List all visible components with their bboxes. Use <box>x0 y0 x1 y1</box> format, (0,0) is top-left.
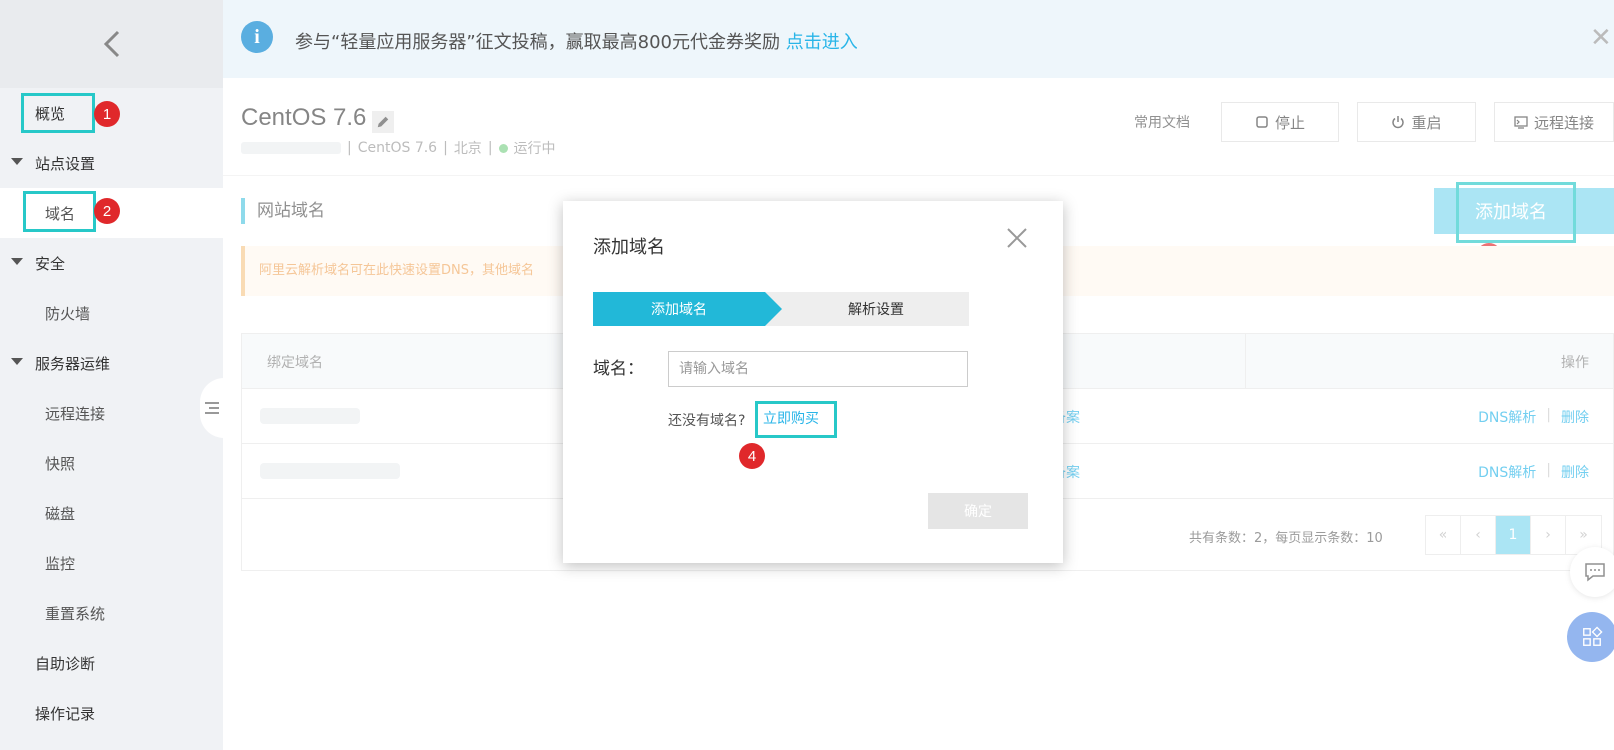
close-icon[interactable]: ✕ <box>1590 24 1614 52</box>
caret-down-icon <box>11 158 23 165</box>
notice-banner: i 参与“轻量应用服务器”征文投稿，赢取最高800元代金券奖励 点击进入 ✕ <box>223 0 1614 78</box>
sidebar-item-disk[interactable]: 磁盘 <box>0 488 223 538</box>
sidebar-item-label: 重置系统 <box>45 604 106 623</box>
sidebar-item-label: 快照 <box>45 454 76 473</box>
sidebar-item-reset-system[interactable]: 重置系统 <box>0 588 223 638</box>
sidebar-item-label: 操作记录 <box>35 704 96 723</box>
sidebar-item-label: 服务器运维 <box>35 354 111 373</box>
sidebar-item-self-diagnosis[interactable]: 自助诊断 <box>0 638 223 688</box>
annotation-highlight-buy-now <box>755 401 837 438</box>
menu-collapse-icon <box>205 402 219 414</box>
domain-field-label: 域名： <box>593 359 644 379</box>
sidebar-group-security[interactable]: 安全 <box>0 238 223 288</box>
sidebar-group-site-settings[interactable]: 站点设置 <box>0 138 223 188</box>
caret-down-icon <box>11 358 23 365</box>
close-icon[interactable] <box>1005 226 1029 250</box>
add-domain-dialog: 添加域名 添加域名 解析设置 域名： 还没有域名? 立即购买 确定 <box>563 201 1063 563</box>
step-add-domain: 添加域名 <box>593 292 782 326</box>
info-icon: i <box>241 21 273 53</box>
notice-message: 参与“轻量应用服务器”征文投稿，赢取最高800元代金券奖励 <box>295 32 781 53</box>
annotation-badge-4: 4 <box>739 443 765 469</box>
sidebar-item-label: 自助诊断 <box>35 654 96 673</box>
annotation-badge-1: 1 <box>94 101 120 127</box>
sidebar-item-snapshot[interactable]: 快照 <box>0 438 223 488</box>
confirm-button[interactable]: 确定 <box>928 493 1028 529</box>
annotation-highlight-overview <box>21 93 95 133</box>
sidebar-item-label: 远程连接 <box>45 404 106 423</box>
sidebar-group-server-ops[interactable]: 服务器运维 <box>0 338 223 388</box>
chevron-left-icon <box>103 30 119 58</box>
sidebar-item-remote-connect[interactable]: 远程连接 <box>0 388 223 438</box>
sidebar-item-firewall[interactable]: 防火墙 <box>0 288 223 338</box>
dialog-title: 添加域名 <box>593 237 665 258</box>
back-button[interactable] <box>0 0 223 88</box>
sidebar-item-label: 站点设置 <box>35 154 96 173</box>
sidebar-item-label: 监控 <box>45 554 76 573</box>
caret-down-icon <box>11 258 23 265</box>
notice-text: 参与“轻量应用服务器”征文投稿，赢取最高800元代金券奖励 点击进入 <box>295 28 858 54</box>
notice-link[interactable]: 点击进入 <box>786 32 858 53</box>
sidebar-item-monitor[interactable]: 监控 <box>0 538 223 588</box>
annotation-highlight-domain <box>23 191 96 232</box>
annotation-badge-2: 2 <box>94 198 120 224</box>
no-domain-text: 还没有域名? <box>668 413 746 429</box>
sidebar-item-label: 防火墙 <box>45 304 91 323</box>
sidebar-item-label: 安全 <box>35 254 66 273</box>
step-indicator: 添加域名 解析设置 <box>593 292 969 326</box>
sidebar-item-operation-log[interactable]: 操作记录 <box>0 688 223 738</box>
sidebar-item-label: 磁盘 <box>45 504 76 523</box>
domain-input[interactable] <box>668 351 968 387</box>
step-dns-settings: 解析设置 <box>848 302 904 318</box>
